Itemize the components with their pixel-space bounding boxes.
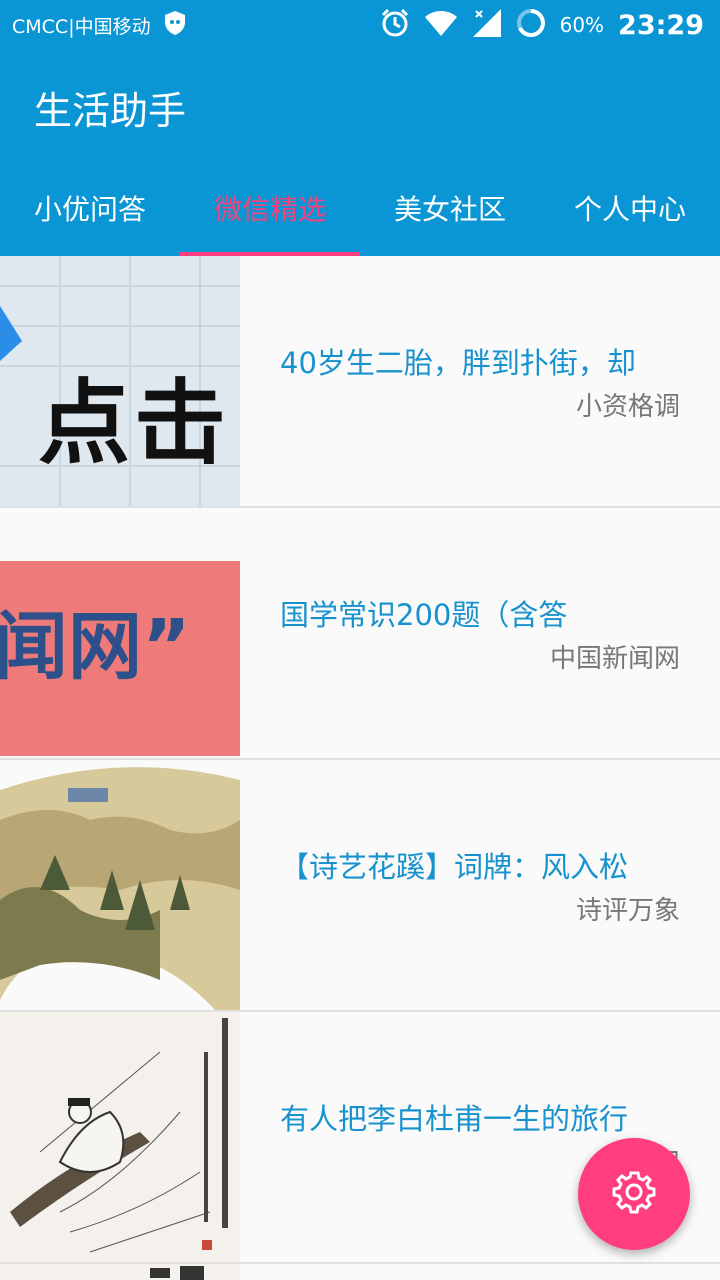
battery-icon xyxy=(516,8,546,42)
list-item[interactable] xyxy=(0,1264,720,1280)
settings-fab[interactable] xyxy=(578,1138,690,1250)
wifi-icon xyxy=(424,9,458,41)
article-thumbnail xyxy=(0,1264,240,1280)
status-left: CMCC|中国移动 xyxy=(12,10,187,41)
shield-icon xyxy=(163,10,187,41)
clock: 23:29 xyxy=(618,9,704,41)
article-thumbnail: 点击 xyxy=(0,256,240,506)
app-title: 生活助手 xyxy=(34,89,187,133)
tab-qa[interactable]: 小优问答 xyxy=(0,160,180,256)
tab-community[interactable]: 美女社区 xyxy=(360,160,540,256)
article-thumbnail: 闻网” xyxy=(0,508,240,758)
article-source: 诗评万象 xyxy=(575,896,680,926)
article-title: 国学常识200题（含答 xyxy=(280,598,568,632)
thumbnail-text: 闻网” xyxy=(0,604,191,690)
app-bar: 生活助手 xyxy=(0,50,720,160)
carrier-label: CMCC|中国移动 xyxy=(12,15,151,38)
article-source: 中国新闻网 xyxy=(549,644,680,674)
article-thumbnail xyxy=(0,760,240,1010)
signal-icon xyxy=(472,8,502,42)
article-thumbnail xyxy=(0,1012,240,1262)
list-item[interactable]: 点击 40岁生二胎，胖到扑街，却 小资格调 xyxy=(0,256,720,508)
battery-percent: 60% xyxy=(559,13,605,37)
tab-wechat-picks[interactable]: 微信精选 xyxy=(180,160,360,256)
article-title: 有人把李白杜甫一生的旅行 xyxy=(280,1102,629,1136)
article-title: 40岁生二胎，胖到扑街，却 xyxy=(280,346,636,380)
gear-icon xyxy=(610,1168,658,1220)
thumbnail-text: 点击 xyxy=(38,370,231,477)
list-item[interactable]: 【诗艺花蹊】词牌：风入松 诗评万象 xyxy=(0,760,720,1012)
list-item[interactable]: 闻网” 国学常识200题（含答 中国新闻网 xyxy=(0,508,720,760)
tab-profile[interactable]: 个人中心 xyxy=(540,160,720,256)
alarm-icon xyxy=(380,8,410,42)
tab-bar: 小优问答 微信精选 美女社区 个人中心 xyxy=(0,160,720,256)
article-source: 小资格调 xyxy=(575,392,680,422)
status-right: 60% 23:29 xyxy=(380,8,704,42)
article-title: 【诗艺花蹊】词牌：风入松 xyxy=(280,850,629,884)
status-bar: CMCC|中国移动 60% 23:29 xyxy=(0,0,720,50)
article-list: 点击 40岁生二胎，胖到扑街，却 小资格调 闻网” 国学常识200题（含答 中国… xyxy=(0,256,720,1280)
